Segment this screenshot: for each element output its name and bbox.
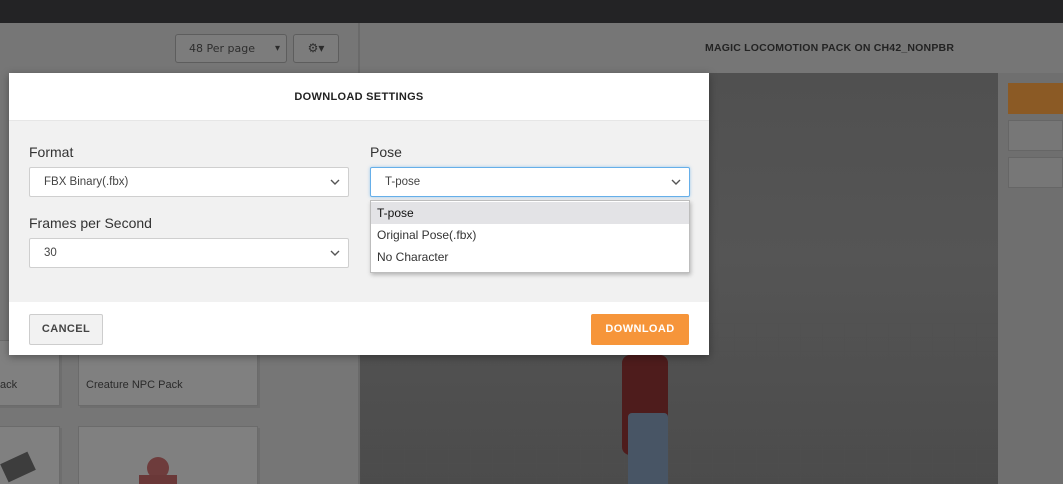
pose-value: T-pose xyxy=(385,176,421,188)
per-page-label: 48 Per page xyxy=(189,42,255,55)
pose-option-no-character[interactable]: No Character xyxy=(371,246,689,268)
app-top-bar xyxy=(0,0,1063,23)
chevron-down-icon xyxy=(330,250,340,256)
dialog-header: DOWNLOAD SETTINGS xyxy=(9,73,709,121)
card-thumbnail xyxy=(139,475,177,484)
per-page-select[interactable]: 48 Per page ▾ xyxy=(175,34,287,63)
library-card[interactable] xyxy=(0,426,60,484)
side-option-button[interactable] xyxy=(1008,120,1063,151)
card-label: Creature NPC Pack xyxy=(86,379,183,391)
card-thumbnail xyxy=(0,451,36,483)
cancel-button[interactable]: CANCEL xyxy=(29,314,103,345)
chevron-down-icon xyxy=(671,179,681,185)
pose-label: Pose xyxy=(370,144,402,160)
side-action-button[interactable] xyxy=(1008,83,1063,114)
pose-option-t-pose[interactable]: T-pose xyxy=(371,202,689,224)
card-label: ack xyxy=(0,379,18,391)
library-card[interactable] xyxy=(78,426,258,484)
pose-option-original-pose[interactable]: Original Pose(.fbx) xyxy=(371,224,689,246)
chevron-down-icon xyxy=(330,179,340,185)
pose-dropdown-list: T-pose Original Pose(.fbx) No Character xyxy=(370,200,690,273)
fps-select[interactable]: 30 xyxy=(29,238,349,268)
caret-down-icon: ▾ xyxy=(274,43,280,54)
viewer-title: MAGIC LOCOMOTION PACK ON CH42_NONPBR xyxy=(705,42,955,54)
dialog-title: DOWNLOAD SETTINGS xyxy=(294,91,424,103)
settings-menu-button[interactable]: ⚙▾ xyxy=(293,34,339,63)
download-button[interactable]: DOWNLOAD xyxy=(591,314,689,345)
format-select[interactable]: FBX Binary(.fbx) xyxy=(29,167,349,197)
side-option-button[interactable] xyxy=(1008,157,1063,188)
fps-value: 30 xyxy=(44,247,57,259)
gear-icon: ⚙▾ xyxy=(307,41,325,55)
download-settings-dialog: DOWNLOAD SETTINGS Format FBX Binary(.fbx… xyxy=(9,73,709,355)
format-value: FBX Binary(.fbx) xyxy=(44,176,129,188)
fps-label: Frames per Second xyxy=(29,215,152,231)
format-label: Format xyxy=(29,144,74,160)
pose-select[interactable]: T-pose xyxy=(370,167,690,197)
character-legs xyxy=(628,413,668,484)
